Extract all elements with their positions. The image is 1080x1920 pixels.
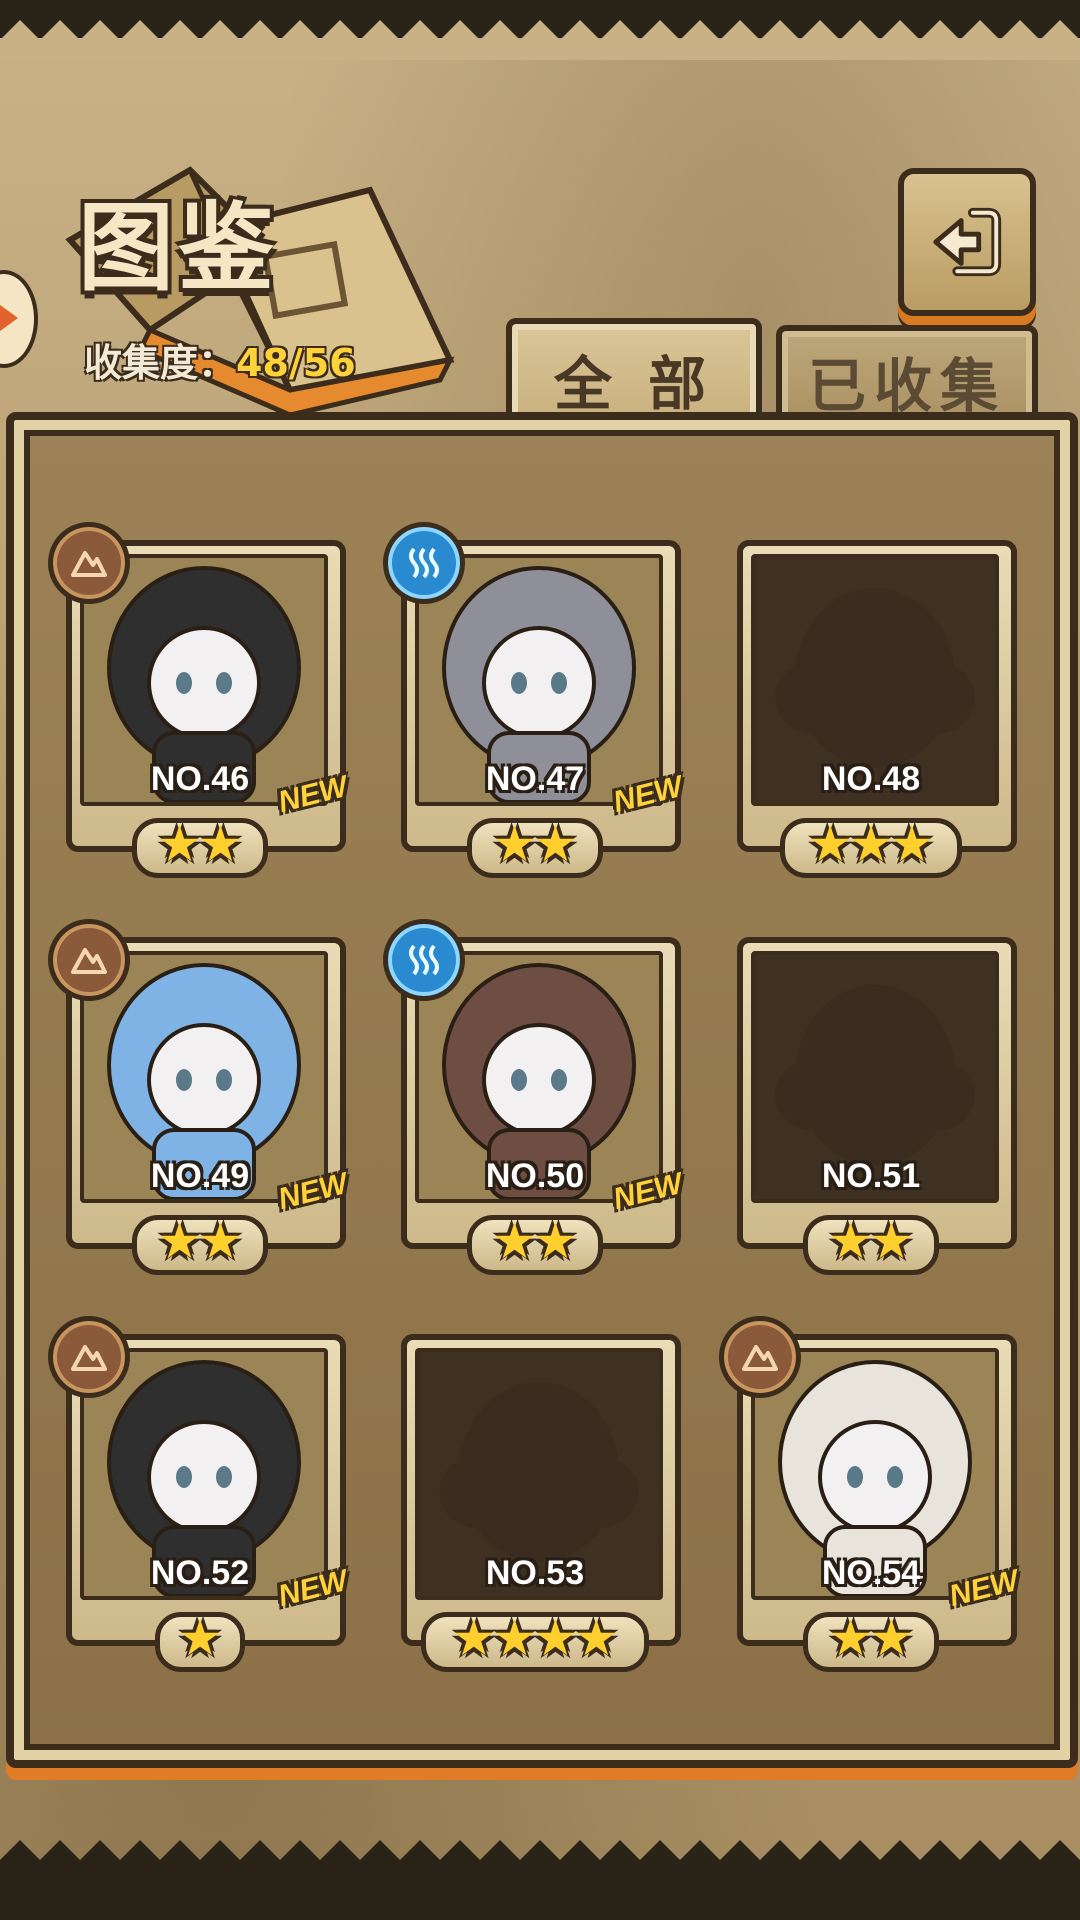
star-rating: ★ ★ [737, 1609, 1005, 1672]
zigzag-bottom-border [0, 1840, 1080, 1880]
star-icon: ★ [177, 1609, 223, 1667]
star-icon: ★ [573, 1609, 619, 1667]
creature-card[interactable]: NO.53 ★ ★ ★ ★ [401, 1334, 681, 1672]
collection-progress: 收集度：48/56 [84, 332, 356, 387]
card-number: NO.51 [821, 1157, 921, 1195]
star-icon: ★ [869, 1212, 914, 1270]
star-rating: ★ ★ ★ ★ [401, 1609, 669, 1672]
earth-element-icon [719, 1316, 801, 1398]
creature-card[interactable]: NO.46 NEW ★ ★ [48, 522, 351, 878]
star-icon: ★ [157, 815, 202, 873]
creature-card[interactable]: NO.48 ★ ★ ★ [737, 540, 1017, 878]
star-icon: ★ [807, 815, 853, 873]
star-rating: ★ ★ [401, 815, 669, 878]
star-icon: ★ [533, 815, 578, 873]
water-element-icon [383, 919, 465, 1001]
star-icon: ★ [492, 815, 537, 873]
back-button[interactable] [898, 168, 1036, 316]
earth-element-icon [48, 919, 130, 1001]
star-icon: ★ [828, 1212, 873, 1270]
card-number: NO.53 [485, 1554, 585, 1592]
star-icon: ★ [533, 1609, 578, 1667]
star-rating: ★ ★ [66, 815, 334, 878]
star-rating: ★ ★ [737, 1212, 1005, 1275]
star-icon: ★ [492, 1609, 537, 1667]
side-arrow-icon[interactable] [0, 270, 38, 368]
earth-element-icon [48, 522, 130, 604]
creature-card[interactable]: NO.51 ★ ★ [737, 937, 1017, 1275]
star-icon: ★ [198, 1212, 243, 1270]
collection-label: 收集度： [84, 341, 237, 385]
star-icon: ★ [889, 815, 935, 873]
star-rating: ★ ★ [66, 1212, 334, 1275]
back-arrow-icon [933, 207, 1002, 277]
star-rating: ★ ★ ★ [737, 815, 1005, 878]
star-icon: ★ [157, 1212, 202, 1270]
creature-card[interactable]: NO.49 NEW ★ ★ [48, 919, 351, 1275]
star-rating: ★ [66, 1609, 334, 1672]
star-rating: ★ ★ [401, 1212, 669, 1275]
creature-card[interactable]: NO.52 NEW ★ [48, 1316, 351, 1672]
earth-element-icon [48, 1316, 130, 1398]
collection-value: 48/56 [236, 341, 356, 385]
creature-card[interactable]: NO.47 NEW ★ ★ [383, 522, 686, 878]
zigzag-top-border [0, 20, 1080, 60]
star-icon: ★ [848, 815, 894, 873]
star-icon: ★ [828, 1609, 873, 1667]
page-title: 图鉴 [78, 191, 278, 304]
star-icon: ★ [869, 1609, 914, 1667]
creature-card[interactable]: NO.54 NEW ★ ★ [719, 1316, 1022, 1672]
card-number: NO.48 [821, 760, 921, 798]
star-icon: ★ [451, 1609, 497, 1667]
water-element-icon [383, 522, 465, 604]
star-icon: ★ [198, 815, 243, 873]
star-icon: ★ [533, 1212, 578, 1270]
creature-card[interactable]: NO.50 NEW ★ ★ [383, 919, 686, 1275]
star-icon: ★ [492, 1212, 537, 1270]
